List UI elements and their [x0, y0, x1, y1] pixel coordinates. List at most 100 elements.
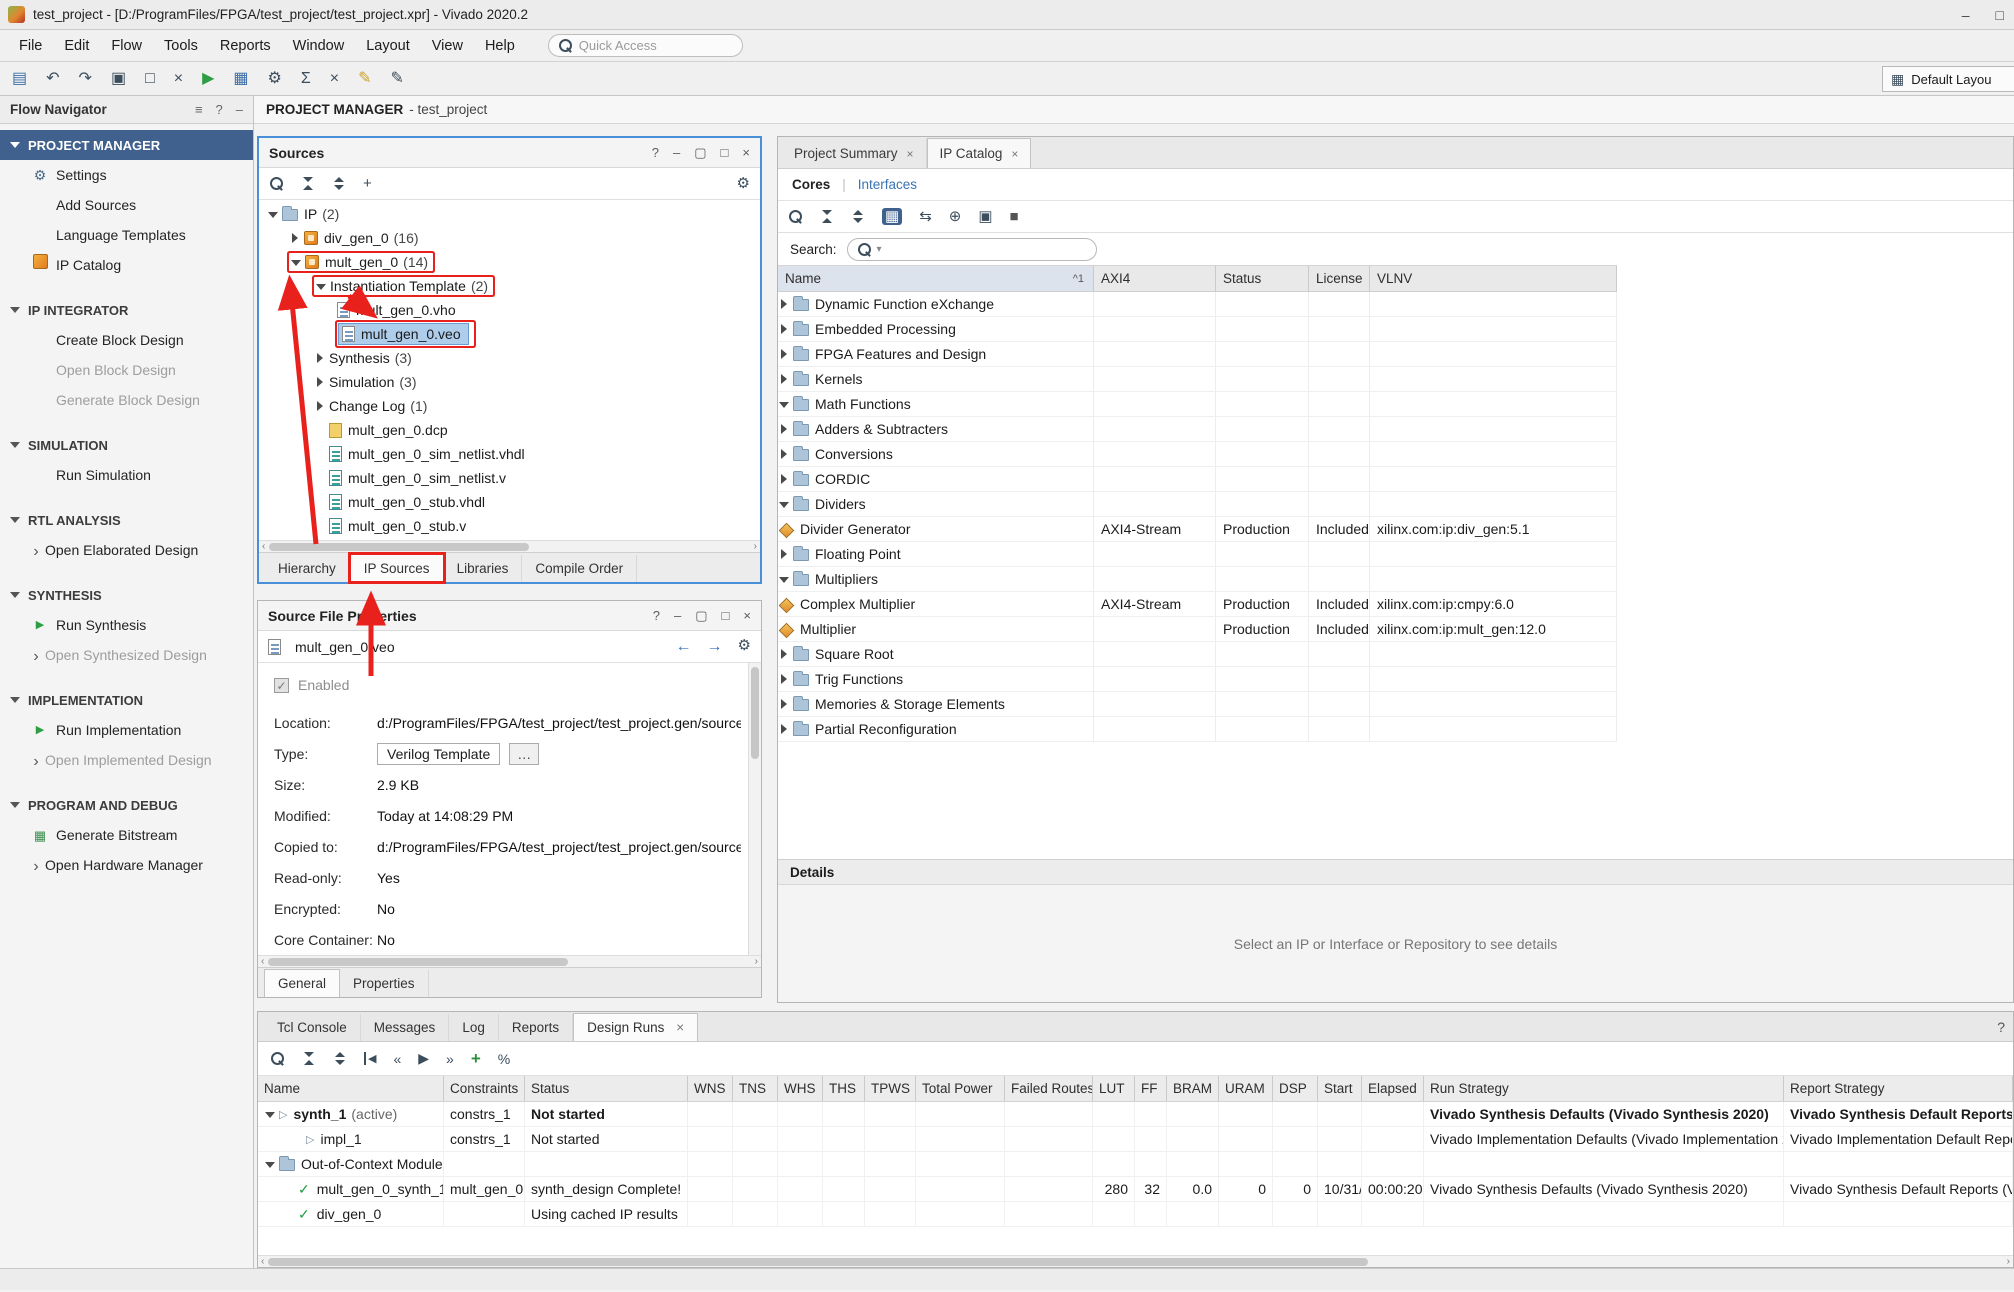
chevron-down-icon[interactable]: [778, 398, 790, 410]
expand-all-icon[interactable]: [332, 176, 346, 191]
run-row-impl-1[interactable]: ▷impl_1 constrs_1 Not started Vivado Imp…: [258, 1127, 2013, 1152]
repository-icon[interactable]: ▣: [978, 209, 992, 224]
flownav-item-open-elaborated-design[interactable]: › Open Elaborated Design: [0, 535, 253, 565]
column-name[interactable]: Name: [258, 1076, 444, 1101]
column-wns[interactable]: WNS: [688, 1076, 733, 1101]
chevron-right-icon[interactable]: [314, 400, 326, 412]
tab-project-summary[interactable]: Project Summary ×: [782, 139, 927, 168]
chevron-right-icon[interactable]: [778, 673, 790, 685]
scroll-right-icon[interactable]: ›: [754, 541, 757, 552]
percent-icon[interactable]: %: [498, 1051, 510, 1067]
column-axi4[interactable]: AXI4: [1094, 266, 1216, 291]
chevron-right-icon[interactable]: [778, 423, 790, 435]
ip-category-row[interactable]: Math Functions: [778, 392, 1617, 417]
chevron-right-icon[interactable]: [778, 473, 790, 485]
close-icon[interactable]: ×: [743, 608, 751, 624]
chevron-right-icon[interactable]: [778, 723, 790, 735]
menu-tools[interactable]: Tools: [153, 33, 209, 59]
run-row-synth-1[interactable]: ▷synth_1(active) constrs_1 Not started V…: [258, 1102, 2013, 1127]
tab-reports[interactable]: Reports: [499, 1014, 573, 1041]
column-status[interactable]: Status: [1216, 266, 1309, 291]
ip-category-row[interactable]: Dividers: [778, 492, 1617, 517]
collapse-panel-icon[interactable]: –: [236, 102, 243, 117]
column-tns[interactable]: TNS: [733, 1076, 778, 1101]
menu-flow[interactable]: Flow: [100, 33, 153, 59]
scrollbar-thumb[interactable]: [268, 958, 568, 966]
chevron-down-icon[interactable]: [264, 1158, 276, 1170]
column-dsp[interactable]: DSP: [1273, 1076, 1318, 1101]
cancel-icon[interactable]: ×: [330, 71, 339, 87]
tree-item-simulation[interactable]: Simulation (3): [259, 370, 760, 394]
collapse-all-icon[interactable]: [301, 176, 315, 191]
chevron-right-icon[interactable]: [778, 448, 790, 460]
type-value-box[interactable]: Verilog Template: [377, 743, 500, 765]
chevron-down-icon[interactable]: [315, 280, 327, 292]
scrollbar-thumb[interactable]: [269, 543, 529, 551]
chevron-right-icon[interactable]: [778, 648, 790, 660]
tab-messages[interactable]: Messages: [361, 1014, 450, 1041]
flownav-item-ip-catalog[interactable]: IP Catalog: [0, 250, 253, 280]
tab-ip-catalog[interactable]: IP Catalog ×: [927, 138, 1032, 168]
chevron-right-icon[interactable]: [778, 348, 790, 360]
column-total-power[interactable]: Total Power: [916, 1076, 1005, 1101]
menu-view[interactable]: View: [421, 33, 474, 59]
column-license[interactable]: License: [1309, 266, 1370, 291]
help-icon[interactable]: ?: [1997, 1019, 2005, 1035]
tab-log[interactable]: Log: [449, 1014, 499, 1041]
search-icon[interactable]: [788, 209, 803, 224]
tab-properties[interactable]: Properties: [340, 970, 429, 997]
run-row-div-gen-0[interactable]: ✓div_gen_0 Using cached IP results: [258, 1202, 2013, 1227]
tab-compile-order[interactable]: Compile Order: [522, 555, 637, 582]
ip-category-row[interactable]: Multipliers: [778, 567, 1617, 592]
tab-tcl-console[interactable]: Tcl Console: [264, 1014, 361, 1041]
previous-runs-icon[interactable]: «: [393, 1051, 401, 1067]
run-row-mult-gen-0-synth-1[interactable]: ✓mult_gen_0_synth_1 mult_gen_0 synth_des…: [258, 1177, 2013, 1202]
tree-item-mult-gen-0-vho[interactable]: mult_gen_0.vho: [259, 298, 760, 322]
flownav-section-implementation[interactable]: IMPLEMENTATION: [0, 685, 253, 715]
search-icon[interactable]: [269, 176, 284, 191]
column-run-strategy[interactable]: Run Strategy: [1424, 1076, 1784, 1101]
tree-item-mult-gen-0-veo[interactable]: mult_gen_0.veo: [259, 322, 760, 346]
chevron-down-icon[interactable]: [778, 573, 790, 585]
customize-ip-icon[interactable]: ⊕: [949, 209, 962, 224]
tree-item-mult-gen-0-dcp[interactable]: mult_gen_0.dcp: [259, 418, 760, 442]
horizontal-scrollbar[interactable]: ‹ ›: [258, 955, 761, 967]
column-vlnv[interactable]: VLNV: [1370, 266, 1617, 291]
tree-item-sim-netlist-v[interactable]: mult_gen_0_sim_netlist.v: [259, 466, 760, 490]
chevron-right-icon[interactable]: [314, 376, 326, 388]
more-button[interactable]: …: [509, 743, 539, 765]
collapse-all-icon[interactable]: [820, 209, 834, 224]
chevron-right-icon[interactable]: [778, 698, 790, 710]
column-whs[interactable]: WHS: [778, 1076, 823, 1101]
vertical-scrollbar[interactable]: [748, 663, 761, 955]
settings-gear-icon[interactable]: ⚙: [268, 71, 282, 87]
scroll-left-icon[interactable]: ‹: [261, 956, 264, 967]
chevron-right-icon[interactable]: [289, 232, 301, 244]
scroll-right-icon[interactable]: ›: [755, 956, 758, 967]
column-status[interactable]: Status: [525, 1076, 688, 1101]
tab-general[interactable]: General: [264, 969, 340, 997]
tab-hierarchy[interactable]: Hierarchy: [265, 555, 350, 582]
flownav-item-run-implementation[interactable]: ▶ Run Implementation: [0, 715, 253, 745]
flownav-item-add-sources[interactable]: Add Sources: [0, 190, 253, 220]
chevron-right-icon[interactable]: [314, 352, 326, 364]
group-by-icon[interactable]: ▦: [882, 208, 902, 225]
ip-core-row[interactable]: Divider Generator AXI4-Stream Production…: [778, 517, 1617, 542]
scrollbar-thumb[interactable]: [268, 1258, 1368, 1266]
ip-category-row[interactable]: FPGA Features and Design: [778, 342, 1617, 367]
expand-all-icon[interactable]: [851, 209, 865, 224]
column-uram[interactable]: URAM: [1219, 1076, 1273, 1101]
probe-icon[interactable]: ✎: [358, 71, 371, 87]
flownav-item-generate-block-design[interactable]: Generate Block Design: [0, 385, 253, 415]
chevron-down-icon[interactable]: [267, 208, 279, 220]
ip-category-row[interactable]: Embedded Processing: [778, 317, 1617, 342]
chevron-right-icon[interactable]: [778, 373, 790, 385]
flownav-section-synthesis[interactable]: SYNTHESIS: [0, 580, 253, 610]
copy-icon[interactable]: □: [145, 71, 155, 87]
scroll-left-icon[interactable]: ‹: [261, 1256, 264, 1267]
debug-probe-icon[interactable]: ✎: [391, 71, 404, 87]
minimize-icon[interactable]: –: [673, 145, 680, 161]
flownav-item-settings[interactable]: ⚙ Settings: [0, 160, 253, 190]
quick-access-search[interactable]: Quick Access: [548, 34, 743, 57]
scroll-right-icon[interactable]: ›: [2007, 1256, 2010, 1267]
